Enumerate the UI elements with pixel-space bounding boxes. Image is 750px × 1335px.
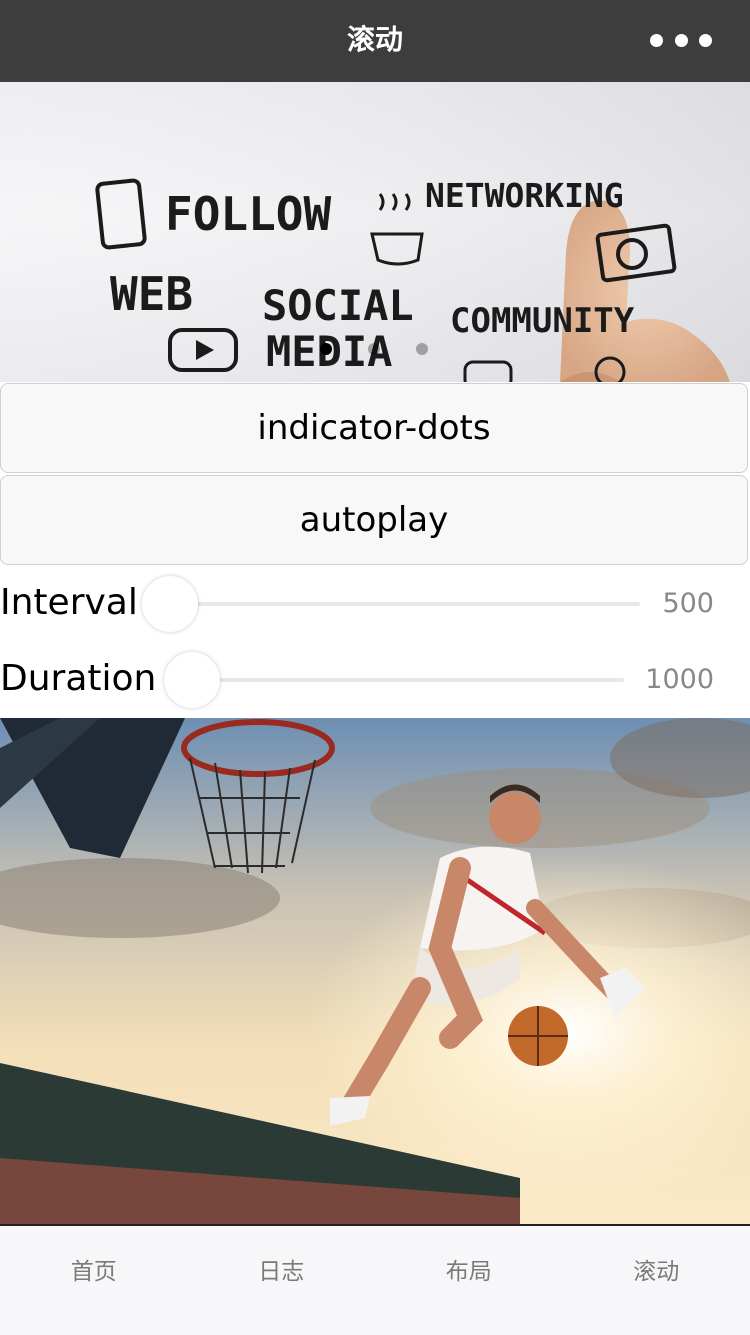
duration-slider-track[interactable] [172,678,624,682]
banner-word-social: SOCIAL [262,281,414,330]
autoplay-button[interactable]: autoplay [0,475,748,565]
more-dot [674,33,688,47]
interval-value: 500 [662,588,714,619]
interval-slider-track[interactable] [150,602,640,606]
swiper-banner[interactable]: FOLLOW NETWORKING WEB SOCIAL MEDIA COMMU… [0,82,750,382]
banner-word-community: COMMUNITY [450,301,635,341]
social-media-banner-image: FOLLOW NETWORKING WEB SOCIAL MEDIA COMMU… [0,82,750,382]
indicator-dot[interactable] [416,343,428,355]
banner-word-web: WEB [110,267,193,321]
more-dot [699,33,712,47]
navigation-bar: 滚动 [0,0,750,82]
more-dot [650,33,663,47]
page-title: 滚动 [346,23,403,56]
duration-value: 1000 [645,664,714,695]
duration-slider-thumb[interactable] [164,652,220,708]
tab-scroll[interactable]: 滚动 [563,1226,750,1335]
interval-slider-row: Interval 500 [0,566,750,642]
swiper-indicator-dots [320,343,428,355]
interval-slider-thumb[interactable] [142,576,198,632]
basketball-player-image [0,718,750,1224]
tab-logs[interactable]: 日志 [188,1226,376,1335]
banner-word-networking: NETWORKING [425,176,624,215]
interval-label: Interval [0,582,138,623]
tab-home[interactable]: 首页 [0,1226,188,1335]
tab-bar: 首页 日志 布局 滚动 [0,1224,750,1335]
indicator-dots-button[interactable]: indicator-dots [0,383,748,473]
banner-word-follow: FOLLOW [165,187,331,241]
tab-layout[interactable]: 布局 [375,1226,563,1335]
more-dots-icon[interactable] [650,32,712,48]
duration-slider-row: Duration 1000 [0,642,750,718]
indicator-dot[interactable] [368,343,380,355]
indicator-dot-active[interactable] [320,343,332,355]
basketball-photo [0,718,750,1224]
duration-label: Duration [0,658,157,699]
